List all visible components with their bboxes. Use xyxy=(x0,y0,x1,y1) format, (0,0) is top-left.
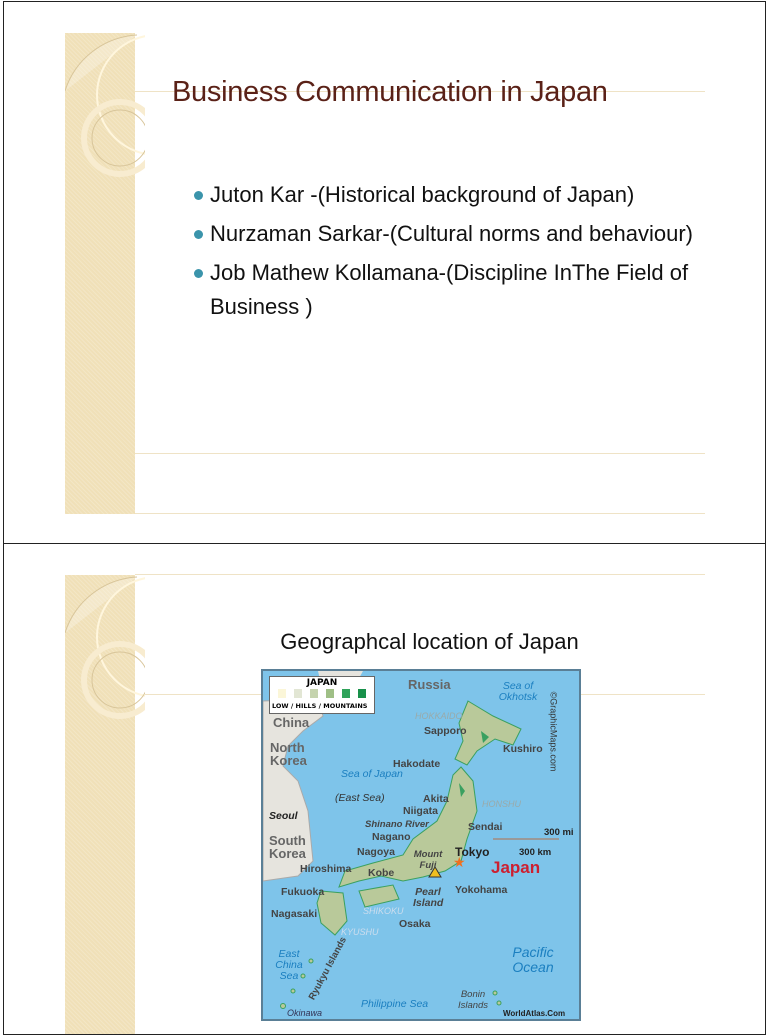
map-label: KYUSHU xyxy=(341,927,379,937)
map-label: Pearl Island xyxy=(413,886,444,909)
map-label: HOKKAIDO xyxy=(415,711,463,721)
map-label: Yokohama xyxy=(455,884,508,896)
map-label: Shinano River xyxy=(365,819,429,830)
slide-2: Geographcal location of Japan ★ JAPAN LO… xyxy=(3,543,766,1035)
japan-map: ★ JAPAN LOW / HILLS / MOUNTAINS Russia S… xyxy=(261,669,581,1021)
map-label: Nagasaki xyxy=(271,908,318,920)
decorative-circles xyxy=(65,34,145,177)
bullet-list: Juton Kar -(Historical background of Jap… xyxy=(194,178,714,329)
map-label: Sea of Okhotsk xyxy=(498,680,538,703)
map-label: Sendai xyxy=(468,821,503,833)
divider xyxy=(135,574,705,575)
slide-title: Geographcal location of Japan xyxy=(280,629,579,654)
map-label: Hiroshima xyxy=(300,863,352,875)
map-label: Nagoya xyxy=(357,846,395,858)
map-label: South Korea xyxy=(269,833,306,861)
map-label: Akita xyxy=(423,793,449,805)
map-label: SHIKOKU xyxy=(363,906,404,916)
legend-title: JAPAN xyxy=(306,678,338,688)
map-label: Mount Fuji xyxy=(413,849,443,871)
map-label: 300 km xyxy=(519,847,552,858)
map-label: Okinawa xyxy=(287,1008,323,1018)
map-label: Japan xyxy=(491,858,541,877)
decorative-circles xyxy=(65,576,145,719)
map-label: Niigata xyxy=(403,805,439,817)
map-legend: JAPAN LOW / HILLS / MOUNTAINS xyxy=(269,676,375,714)
list-item: Juton Kar -(Historical background of Jap… xyxy=(194,178,714,212)
list-item: Job Mathew Kollamana-(Discipline InThe F… xyxy=(194,256,714,324)
map-copyright: ©GraphicMaps.com xyxy=(548,691,559,772)
bullet-icon xyxy=(194,269,203,278)
map-label: Sapporo xyxy=(424,725,467,737)
bullet-text: Job Mathew Kollamana-(Discipline InThe F… xyxy=(210,260,689,319)
map-label: Pacific Ocean xyxy=(512,944,554,975)
map-label: Nagano xyxy=(372,831,411,843)
map-label: Kobe xyxy=(368,867,395,879)
bullet-icon xyxy=(194,230,203,239)
map-label: Philippine Sea xyxy=(361,998,429,1010)
bullet-text: Nurzaman Sarkar-(Cultural norms and beha… xyxy=(210,221,693,246)
map-label: Russia xyxy=(408,677,451,692)
map-label: 300 mi xyxy=(544,827,574,838)
map-label: China xyxy=(273,715,310,730)
legend-label: LOW / HILLS / MOUNTAINS xyxy=(272,702,368,710)
divider xyxy=(135,453,705,454)
divider xyxy=(135,513,705,514)
list-item: Nurzaman Sarkar-(Cultural norms and beha… xyxy=(194,217,714,251)
map-label: Seoul xyxy=(269,810,298,822)
slide-title: Business Communication in Japan xyxy=(172,76,608,108)
map-credit: WorldAtlas.Com xyxy=(503,1009,566,1018)
map-label: Sea of Japan xyxy=(341,768,403,780)
bullet-text: Juton Kar -(Historical background of Jap… xyxy=(210,182,635,207)
map-label: Osaka xyxy=(399,918,431,930)
slide-1: Business Communication in Japan Juton Ka… xyxy=(3,1,766,543)
map-label: Fukuoka xyxy=(281,886,325,898)
map-label: HONSHU xyxy=(482,799,522,809)
map-label: East China Sea xyxy=(275,948,303,982)
map-label: Kushiro xyxy=(503,743,543,755)
map-label: (East Sea) xyxy=(335,792,385,804)
map-label: Bonin Islands xyxy=(457,989,489,1011)
map-label: Tokyo xyxy=(455,845,490,859)
map-label: North Korea xyxy=(270,740,307,768)
bullet-icon xyxy=(194,191,203,200)
